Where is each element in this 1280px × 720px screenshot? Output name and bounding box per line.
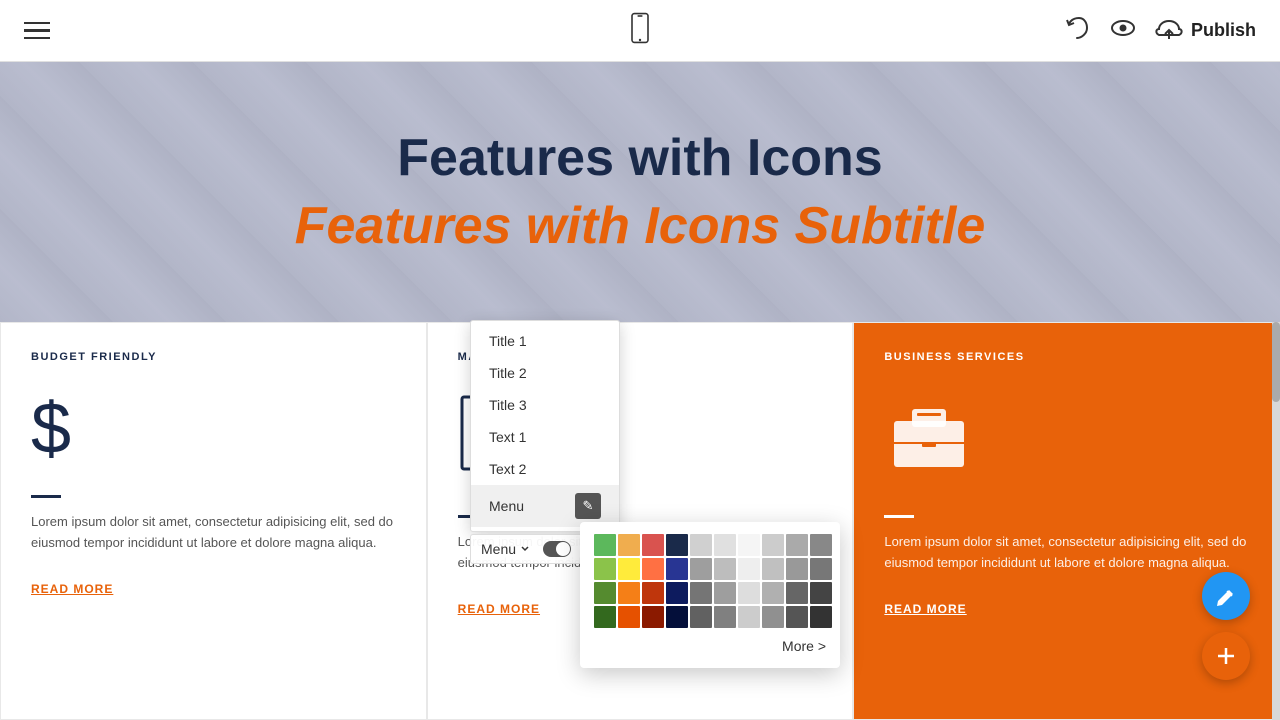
color-cell[interactable]: [786, 558, 808, 580]
hero-subtitle: Features with Icons Subtitle: [295, 196, 986, 256]
card-divider: [31, 495, 61, 498]
color-cell[interactable]: [786, 582, 808, 604]
dropdown-item-title3[interactable]: Title 3: [471, 389, 619, 421]
color-cell[interactable]: [714, 558, 736, 580]
dropdown-title2-label: Title 2: [489, 365, 527, 381]
color-cell[interactable]: [786, 606, 808, 628]
dropdown-menu-label: Menu: [489, 498, 524, 514]
color-cell[interactable]: [714, 534, 736, 556]
undo-icon[interactable]: [1063, 14, 1091, 47]
color-cell[interactable]: [810, 534, 832, 556]
dropdown-text2-label: Text 2: [489, 461, 526, 477]
color-cell[interactable]: [690, 534, 712, 556]
hero-title: Features with Icons: [397, 128, 882, 188]
color-cell[interactable]: [666, 558, 688, 580]
color-cell[interactable]: [618, 558, 640, 580]
color-cell[interactable]: [762, 558, 784, 580]
color-cell[interactable]: [642, 606, 664, 628]
color-cell[interactable]: [786, 534, 808, 556]
color-cell[interactable]: [690, 606, 712, 628]
card-budget-text: Lorem ipsum dolor sit amet, consectetur …: [31, 512, 396, 554]
color-grid: [594, 534, 826, 628]
color-cell[interactable]: [810, 558, 832, 580]
topbar: Publish: [0, 0, 1280, 62]
color-cell[interactable]: [738, 558, 760, 580]
color-cell[interactable]: [762, 582, 784, 604]
edit-icon[interactable]: ✎: [575, 493, 601, 519]
color-cell[interactable]: [642, 558, 664, 580]
color-cell[interactable]: [618, 606, 640, 628]
card-budget: BUDGET FRIENDLY $ Lorem ipsum dolor sit …: [0, 322, 427, 720]
dollar-icon: $: [31, 393, 396, 465]
dropdown-title1-label: Title 1: [489, 333, 527, 349]
menu-bar-label: Menu: [481, 541, 531, 557]
topbar-center: [624, 12, 656, 49]
dropdown-menu: Title 1 Title 2 Title 3 Text 1 Text 2 Me…: [470, 320, 620, 532]
card-budget-label: BUDGET FRIENDLY: [31, 351, 396, 363]
color-cell[interactable]: [666, 606, 688, 628]
dropdown-item-title2[interactable]: Title 2: [471, 357, 619, 389]
color-cell[interactable]: [738, 606, 760, 628]
color-cell[interactable]: [762, 534, 784, 556]
color-cell[interactable]: [666, 534, 688, 556]
dropdown-item-menu[interactable]: Menu ✎: [471, 485, 619, 527]
card-business-link[interactable]: READ MORE: [884, 602, 1249, 616]
publish-label: Publish: [1191, 20, 1256, 41]
color-cell[interactable]: [738, 534, 760, 556]
card-budget-link[interactable]: READ MORE: [31, 582, 396, 596]
color-cell[interactable]: [738, 582, 760, 604]
preview-icon[interactable]: [1109, 14, 1137, 47]
color-cell[interactable]: [594, 534, 616, 556]
color-cell[interactable]: [690, 582, 712, 604]
color-cell[interactable]: [594, 558, 616, 580]
topbar-left: [24, 22, 50, 40]
color-cell[interactable]: [642, 534, 664, 556]
card-business-label: BUSINESS SERVICES: [884, 351, 1249, 363]
color-cell[interactable]: [618, 582, 640, 604]
color-cell[interactable]: [618, 534, 640, 556]
briefcase-icon: [884, 393, 1249, 485]
menu-icon[interactable]: [24, 22, 50, 40]
color-cell[interactable]: [810, 606, 832, 628]
scrollbar[interactable]: [1272, 322, 1280, 720]
color-cell[interactable]: [714, 582, 736, 604]
color-more-button[interactable]: More >: [594, 638, 826, 654]
dropdown-item-text2[interactable]: Text 2: [471, 453, 619, 485]
menu-toggle[interactable]: [543, 541, 571, 557]
card-business-text: Lorem ipsum dolor sit amet, consectetur …: [884, 532, 1249, 574]
color-cell[interactable]: [762, 606, 784, 628]
hero-section: Features with Icons Features with Icons …: [0, 62, 1280, 322]
topbar-right: Publish: [1063, 14, 1256, 47]
color-cell[interactable]: [594, 606, 616, 628]
color-picker: More >: [580, 522, 840, 668]
color-cell[interactable]: [642, 582, 664, 604]
dropdown-title3-label: Title 3: [489, 397, 527, 413]
dropdown-text1-label: Text 1: [489, 429, 526, 445]
menu-toggle-dot: [556, 542, 570, 556]
card-business-divider: [884, 515, 914, 518]
color-cell[interactable]: [690, 558, 712, 580]
fab-add-button[interactable]: [1202, 632, 1250, 680]
dropdown-item-text1[interactable]: Text 1: [471, 421, 619, 453]
color-cell[interactable]: [714, 606, 736, 628]
color-cell[interactable]: [666, 582, 688, 604]
publish-button[interactable]: Publish: [1155, 17, 1256, 45]
color-cell[interactable]: [810, 582, 832, 604]
color-cell[interactable]: [594, 582, 616, 604]
scrollbar-thumb[interactable]: [1272, 322, 1280, 402]
phone-icon[interactable]: [624, 12, 656, 49]
dropdown-item-title1[interactable]: Title 1: [471, 325, 619, 357]
fab-edit-button[interactable]: [1202, 572, 1250, 620]
main-content: Features with Icons Features with Icons …: [0, 62, 1280, 720]
